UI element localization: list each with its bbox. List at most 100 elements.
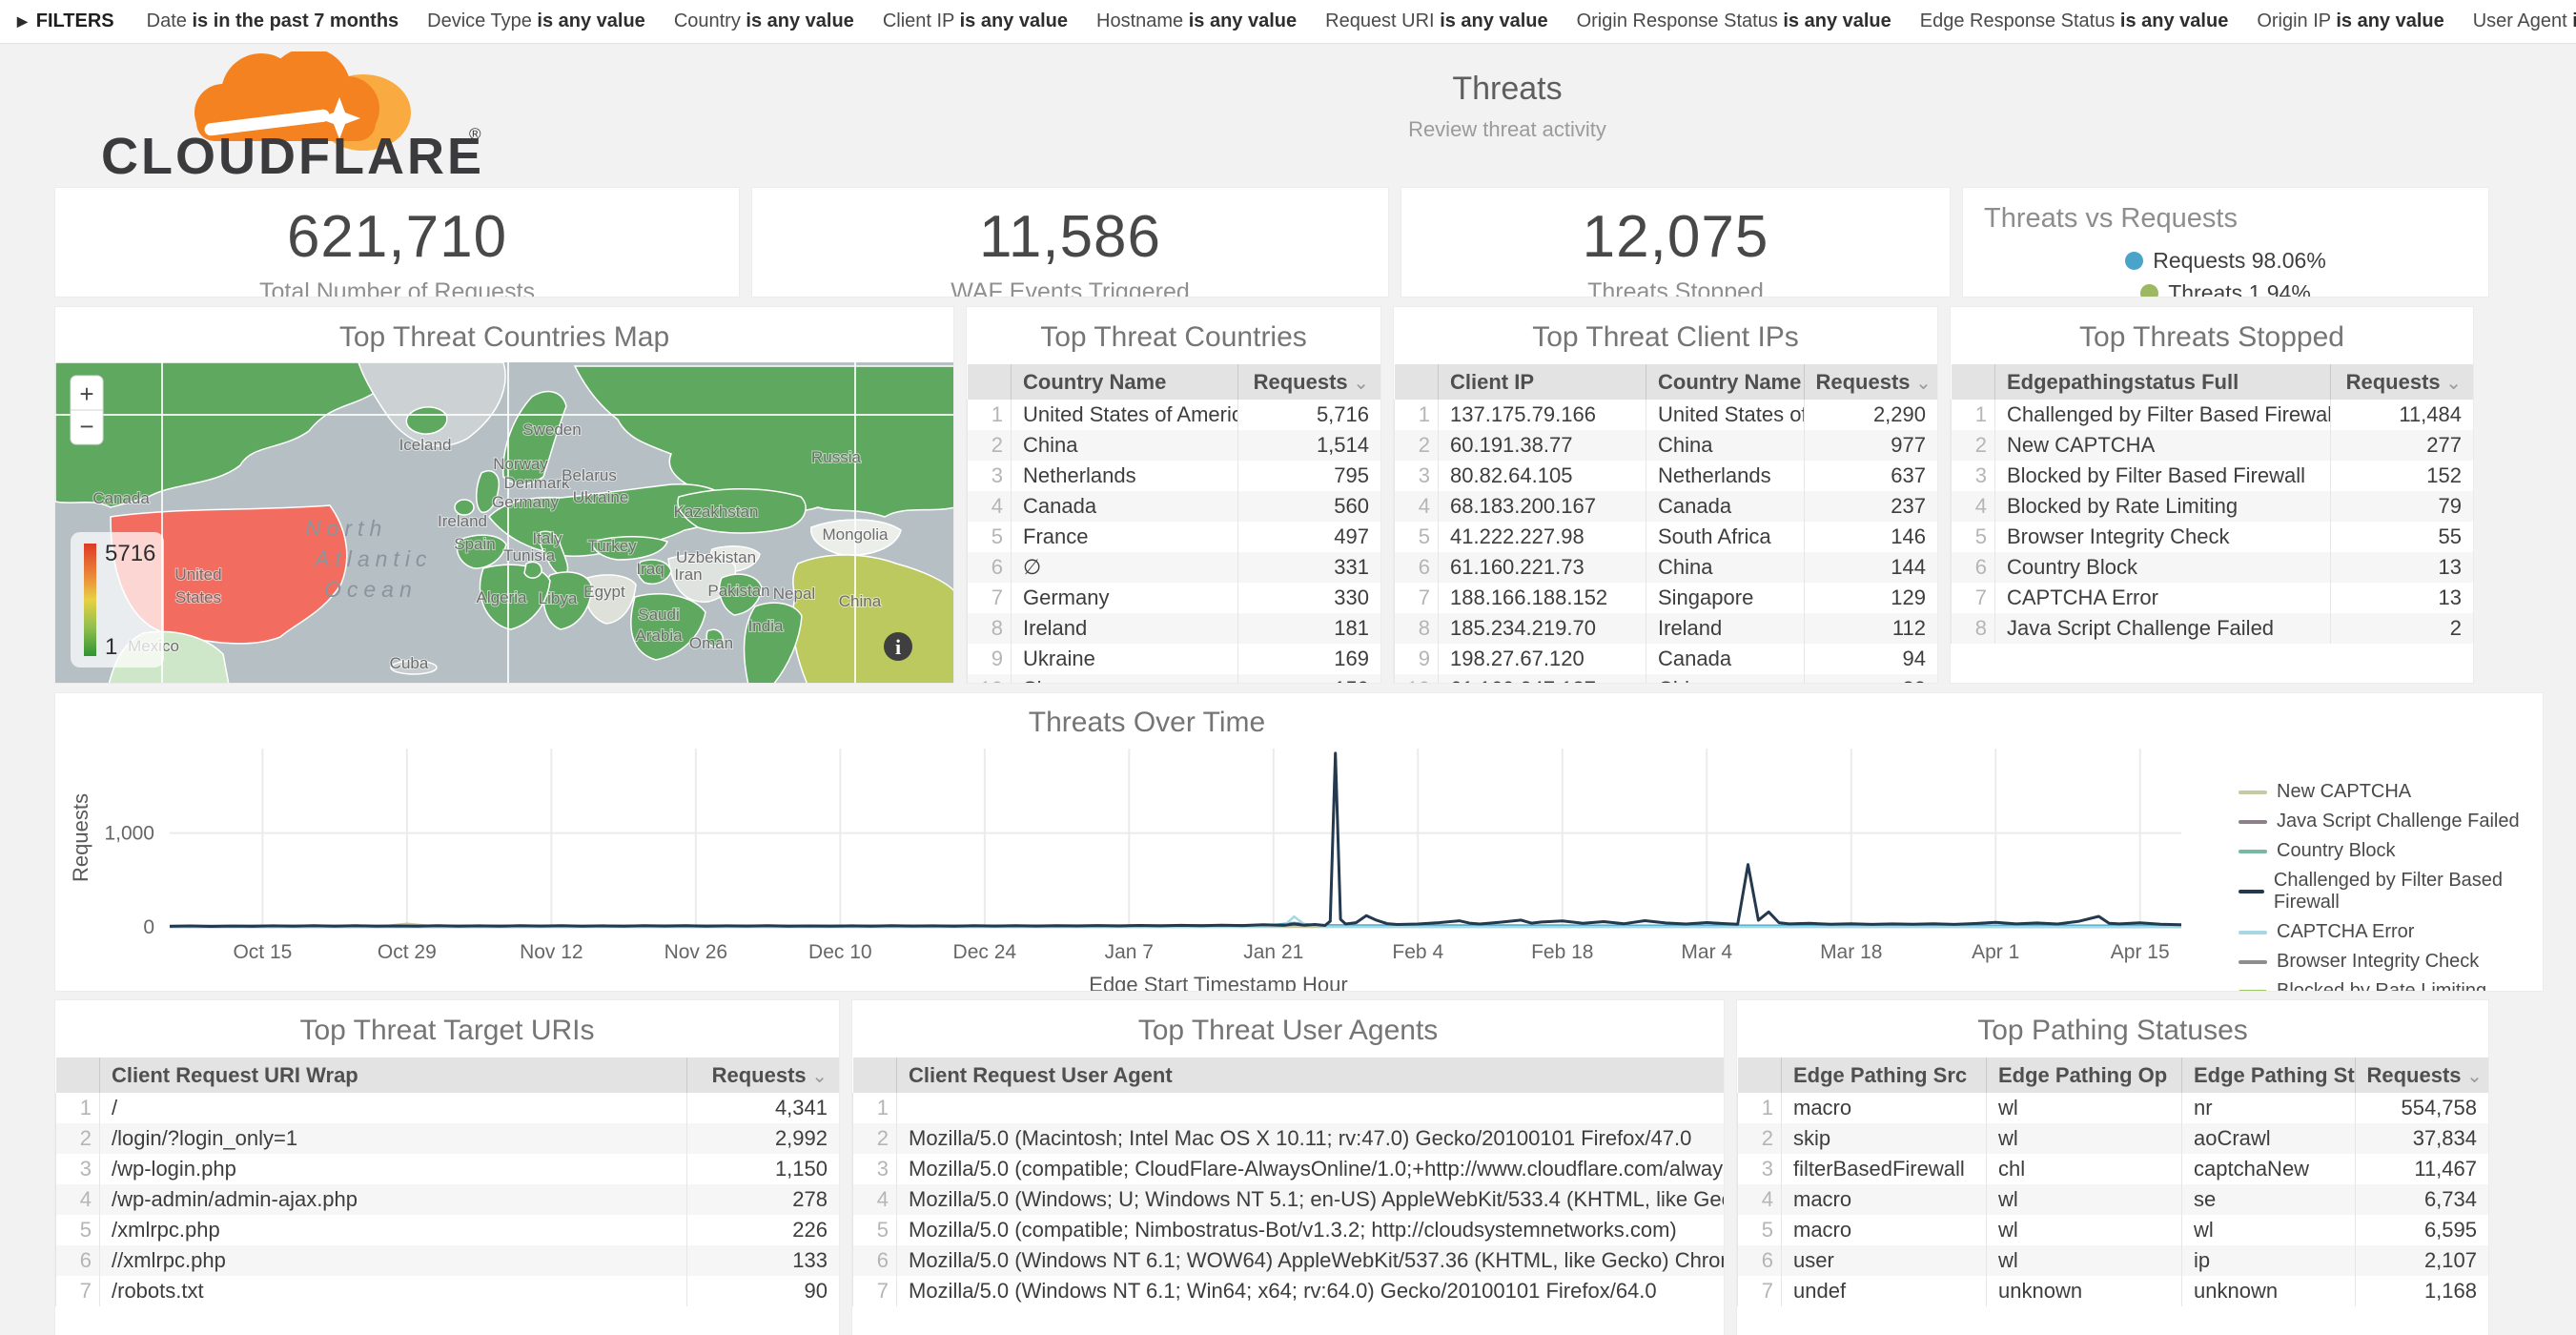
table-row[interactable]: 1137.175.79.166United States of America2… [1395,400,1938,430]
table-row[interactable]: 3/wp-login.php1,150 [56,1154,840,1184]
table-row[interactable]: 8185.234.219.70Ireland112 [1395,613,1938,644]
table-row[interactable]: 7/robots.txt90 [56,1276,840,1306]
table-row[interactable]: 6Mozilla/5.0 (Windows NT 6.1; WOW64) App… [853,1245,1725,1276]
chart-legend-item[interactable]: Blocked by Rate Limiting [2239,980,2543,992]
filter-item[interactable]: Device Type is any value [427,10,645,32]
threats-over-time-card: Threats Over Time Oct 15Oct 29Nov 12Nov … [54,692,2544,992]
table-row[interactable]: 468.183.200.167Canada237 [1395,491,1938,522]
table-row[interactable]: 9198.27.67.120Canada94 [1395,644,1938,674]
table-row[interactable]: 4macrowlse6,734 [1738,1184,2489,1215]
table-row[interactable]: 8Ireland181 [968,613,1381,644]
filter-item[interactable]: Client IP is any value [883,10,1068,32]
threats-vs-requests-card: Threats vs Requests Requests 98.06%Threa… [1962,187,2489,298]
table-row[interactable]: 6userwlip2,107 [1738,1245,2489,1276]
column-header[interactable]: Requests ⌄ [686,1058,839,1093]
map-info-button[interactable]: i [884,632,912,661]
table-row[interactable]: 2skipwlaoCrawl37,834 [1738,1123,2489,1154]
map-country-label: Libya [539,589,578,607]
table-row[interactable]: 7undefunknownunknown1,168 [1738,1276,2489,1306]
pie-legend-item[interactable]: Threats 1.94% [2140,280,2311,298]
table-row[interactable]: 10Singapore159 [968,674,1381,684]
table-row[interactable]: 380.82.64.105Netherlands637 [1395,461,1938,491]
filter-item[interactable]: Hostname is any value [1096,10,1297,32]
top-threat-target-uris-table: Client Request URI WrapRequests ⌄1/4,341… [55,1058,839,1306]
table-row[interactable]: 3Netherlands795 [968,461,1381,491]
table-row[interactable]: 7Mozilla/5.0 (Windows NT 6.1; Win64; x64… [853,1276,1725,1306]
map-country-label: Germany [492,493,559,511]
chart-legend-item[interactable]: Browser Integrity Check [2239,951,2543,973]
table-row[interactable]: 5France497 [968,522,1381,552]
table-row[interactable]: 661.160.221.73China144 [1395,552,1938,583]
pie-legend-item[interactable]: Requests 98.06% [2125,248,2326,274]
legend-line-icon [2239,960,2267,964]
table-row[interactable]: 5Mozilla/5.0 (compatible; Nimbostratus-B… [853,1215,1725,1245]
top-pathing-statuses-card: Top Pathing Statuses Edge Pathing SrcEdg… [1736,999,2489,1335]
chart-legend-item[interactable]: CAPTCHA Error [2239,921,2543,943]
table-row[interactable]: 3filterBasedFirewallchlcaptchaNew11,467 [1738,1154,2489,1184]
table-row[interactable]: 6∅331 [968,552,1381,583]
table-row[interactable]: 3Mozilla/5.0 (compatible; CloudFlare-Alw… [853,1154,1725,1184]
column-header[interactable]: Edgepathingstatus Full [1995,364,2331,400]
column-header[interactable]: Requests ⌄ [2355,1058,2488,1093]
filter-item[interactable]: Date is in the past 7 months [147,10,399,32]
filter-item[interactable]: Edge Response Status is any value [1920,10,2229,32]
table-row[interactable]: 260.191.38.77China977 [1395,430,1938,461]
table-row[interactable]: 4/wp-admin/admin-ajax.php278 [56,1184,840,1215]
table-row[interactable]: 2/login/?login_only=12,992 [56,1123,840,1154]
column-header[interactable]: Edge Pathing Op [1987,1058,2182,1093]
chart-legend-item[interactable]: Country Block [2239,840,2543,862]
dashboard-header: CLOUDFLARE ® Threats Review threat activ… [0,44,2576,187]
table-row[interactable]: 1 [853,1093,1725,1123]
column-header[interactable]: Requests ⌄ [1804,364,1937,400]
column-header[interactable]: Edge Pathing Src [1782,1058,1987,1093]
table-row[interactable]: 4Blocked by Rate Limiting79 [1952,491,2474,522]
world-map[interactable]: CanadaUnitedStatesMexicoCubaIcelandIrela… [55,362,953,683]
table-row[interactable]: 1macrowlnr554,758 [1738,1093,2489,1123]
filter-item[interactable]: Origin IP is any value [2257,10,2443,32]
table-row[interactable]: 2China1,514 [968,430,1381,461]
table-row[interactable]: 541.222.227.98South Africa146 [1395,522,1938,552]
column-header[interactable]: Country Name [1012,364,1238,400]
map-country-label: China [839,592,882,610]
table-row[interactable]: 7CAPTCHA Error13 [1952,583,2474,613]
column-header[interactable]: Client Request URI Wrap [100,1058,687,1093]
map-zoom-in-button[interactable]: + [79,380,93,408]
filter-item[interactable]: Origin Response Status is any value [1577,10,1891,32]
table-row[interactable]: 1United States of America5,716 [968,400,1381,430]
table-row[interactable]: 9Ukraine169 [968,644,1381,674]
table-row[interactable]: 1Challenged by Filter Based Firewall11,4… [1952,400,2474,430]
filter-item[interactable]: User Agent is any value [2473,10,2576,32]
table-row[interactable]: 7Germany330 [968,583,1381,613]
top-threat-countries-card: Top Threat Countries Country NameRequest… [966,306,1381,684]
table-row[interactable]: 7188.166.188.152Singapore129 [1395,583,1938,613]
kpi-value: 12,075 [1401,203,1950,271]
table-row[interactable]: 5Browser Integrity Check55 [1952,522,2474,552]
table-row[interactable]: 3Blocked by Filter Based Firewall152 [1952,461,2474,491]
table-row[interactable]: 1061.160.247.137China82 [1395,674,1938,684]
table-row[interactable]: 5macrowlwl6,595 [1738,1215,2489,1245]
filters-button[interactable]: ▶ FILTERS [17,10,114,32]
column-header[interactable]: Client IP [1439,364,1646,400]
table-row[interactable]: 5/xmlrpc.php226 [56,1215,840,1245]
table-row[interactable]: 4Canada560 [968,491,1381,522]
table-row[interactable]: 2Mozilla/5.0 (Macintosh; Intel Mac OS X … [853,1123,1725,1154]
table-row[interactable]: 8Java Script Challenge Failed2 [1952,613,2474,644]
table-row[interactable]: 6//xmlrpc.php133 [56,1245,840,1276]
column-header[interactable]: Requests ⌄ [1237,364,1380,400]
chart-legend-item[interactable]: New CAPTCHA [2239,781,2543,803]
column-header[interactable]: Edge Pathing Status [2182,1058,2356,1093]
column-header[interactable]: Country Name [1646,364,1805,400]
table-row[interactable]: 1/4,341 [56,1093,840,1123]
column-header[interactable]: Requests ⌄ [2330,364,2473,400]
chart-legend-item[interactable]: Challenged by Filter Based Firewall [2239,870,2543,914]
table-row[interactable]: 6Country Block13 [1952,552,2474,583]
table-row[interactable]: 4Mozilla/5.0 (Windows; U; Windows NT 5.1… [853,1184,1725,1215]
map-country-label: Canada [92,489,150,507]
chart-legend-item[interactable]: Java Script Challenge Failed [2239,811,2543,832]
filters-button-label: FILTERS [36,10,114,32]
filter-item[interactable]: Country is any value [674,10,854,32]
map-zoom-out-button[interactable]: − [79,412,93,441]
filter-item[interactable]: Request URI is any value [1325,10,1547,32]
table-row[interactable]: 2New CAPTCHA277 [1952,430,2474,461]
column-header[interactable]: Client Request User Agent [897,1058,1725,1093]
